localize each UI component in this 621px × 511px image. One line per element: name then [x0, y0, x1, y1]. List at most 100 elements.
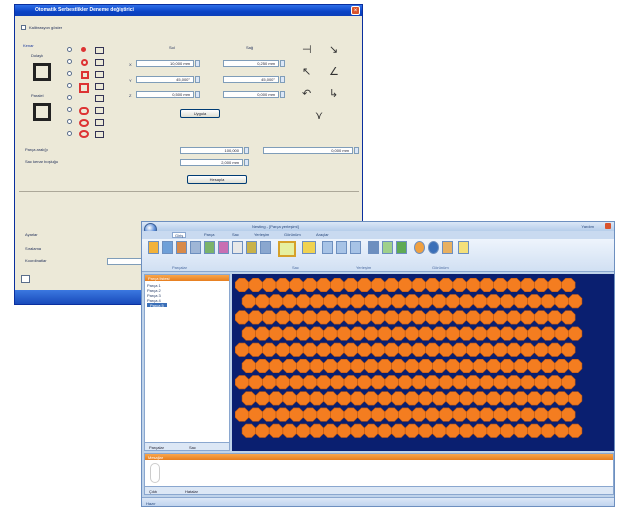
nested-part[interactable] [425, 310, 440, 325]
calculate-button[interactable]: Hesapla [187, 175, 247, 184]
nested-part[interactable] [561, 278, 576, 293]
nested-part[interactable] [466, 375, 481, 390]
nested-part[interactable] [371, 375, 385, 390]
edge-option-radio[interactable] [67, 83, 72, 88]
nested-part[interactable] [262, 375, 277, 390]
nested-part[interactable] [500, 391, 515, 406]
nested-part[interactable] [411, 310, 426, 325]
nested-part[interactable] [493, 407, 508, 422]
nested-part[interactable] [405, 326, 419, 341]
nested-part[interactable] [248, 375, 263, 390]
nested-part[interactable] [303, 278, 317, 293]
nested-part[interactable] [445, 391, 460, 406]
nested-part[interactable] [534, 407, 549, 422]
close-icon[interactable]: × [351, 6, 360, 15]
nested-part[interactable] [330, 375, 345, 390]
layout-icon[interactable] [322, 241, 333, 254]
nested-part[interactable] [268, 423, 284, 438]
nested-part[interactable] [439, 375, 453, 390]
nested-part[interactable] [527, 391, 542, 406]
green-tool-icon[interactable] [396, 241, 407, 254]
tool-icon[interactable] [95, 107, 104, 114]
nested-part[interactable] [371, 278, 385, 293]
tree-item[interactable]: Parça 1 [147, 283, 161, 288]
nested-part[interactable] [473, 326, 487, 341]
nested-part[interactable] [547, 278, 562, 293]
nested-part[interactable] [479, 278, 494, 293]
part-spacing-field[interactable]: 100,000 [180, 147, 243, 154]
funnel-arrow-icon[interactable]: ⋎ [315, 111, 323, 122]
nested-part[interactable] [418, 359, 433, 373]
nested-part[interactable] [282, 391, 297, 406]
highlighted-tool-icon[interactable] [278, 241, 296, 257]
nested-part[interactable] [486, 326, 501, 341]
nested-part[interactable] [357, 342, 372, 357]
nested-part[interactable] [425, 342, 440, 357]
nested-part[interactable] [303, 407, 317, 422]
nested-part[interactable] [316, 407, 331, 422]
nested-part[interactable] [343, 407, 358, 422]
nested-part[interactable] [568, 423, 583, 438]
nested-part[interactable] [282, 423, 297, 438]
tab-sheet[interactable]: Sac [230, 232, 241, 238]
nested-part[interactable] [364, 294, 379, 309]
align-left-icon[interactable]: ⊣ [302, 45, 312, 56]
nested-part[interactable] [255, 423, 270, 438]
nested-part[interactable] [418, 391, 433, 406]
nested-part[interactable] [289, 375, 304, 390]
nested-part[interactable] [268, 326, 284, 341]
nested-part[interactable] [554, 359, 569, 373]
nested-part[interactable] [513, 326, 528, 341]
nested-part[interactable] [316, 278, 331, 293]
nested-part[interactable] [479, 375, 494, 390]
nested-part[interactable] [330, 278, 345, 293]
nested-part[interactable] [357, 278, 372, 293]
nested-part[interactable] [384, 278, 399, 293]
nested-part[interactable] [268, 359, 284, 373]
nested-part[interactable] [534, 375, 549, 390]
tool-icon[interactable] [95, 83, 104, 90]
part-spacing-right-field[interactable]: 0,000 mm [263, 147, 353, 154]
nested-part[interactable] [405, 359, 419, 373]
nested-part[interactable] [445, 294, 460, 309]
nested-part[interactable] [500, 326, 515, 341]
nested-part[interactable] [350, 294, 365, 309]
new-part-icon[interactable] [148, 241, 159, 254]
nested-part[interactable] [513, 391, 528, 406]
nested-part[interactable] [534, 278, 549, 293]
nested-part[interactable] [493, 310, 508, 325]
nested-part[interactable] [405, 294, 419, 309]
nested-part[interactable] [377, 391, 392, 406]
nested-part[interactable] [262, 310, 277, 325]
nested-part[interactable] [309, 423, 324, 438]
nested-part[interactable] [234, 375, 250, 390]
copy-icon[interactable] [232, 241, 243, 254]
nested-part[interactable] [364, 391, 379, 406]
nested-part[interactable] [439, 342, 453, 357]
spinner-icon[interactable] [195, 91, 200, 98]
nested-part[interactable] [384, 310, 399, 325]
nested-part[interactable] [459, 423, 474, 438]
left-z-field[interactable]: 0,500 mm [136, 91, 194, 98]
spinner-icon[interactable] [195, 60, 200, 67]
nested-part[interactable] [506, 375, 522, 390]
nested-part[interactable] [398, 375, 413, 390]
nested-part[interactable] [316, 310, 331, 325]
edge-option-radio[interactable] [67, 107, 72, 112]
nested-part[interactable] [343, 375, 358, 390]
right-z-field[interactable]: 0,000 mm [223, 91, 279, 98]
tree-item-selected[interactable]: Parça 5 [147, 303, 167, 308]
edge-option-radio[interactable] [67, 95, 72, 100]
nested-part[interactable] [391, 391, 406, 406]
nested-part[interactable] [493, 278, 508, 293]
edge-option-radio[interactable] [67, 131, 72, 136]
nested-part[interactable] [330, 342, 345, 357]
nested-part[interactable] [500, 359, 515, 373]
nested-part[interactable] [303, 310, 317, 325]
nested-part[interactable] [561, 375, 576, 390]
nested-part[interactable] [391, 359, 406, 373]
apply-button[interactable]: Uygula [180, 109, 220, 118]
edge-option-radio[interactable] [67, 59, 72, 64]
nested-part[interactable] [500, 423, 515, 438]
nested-part[interactable] [554, 391, 569, 406]
